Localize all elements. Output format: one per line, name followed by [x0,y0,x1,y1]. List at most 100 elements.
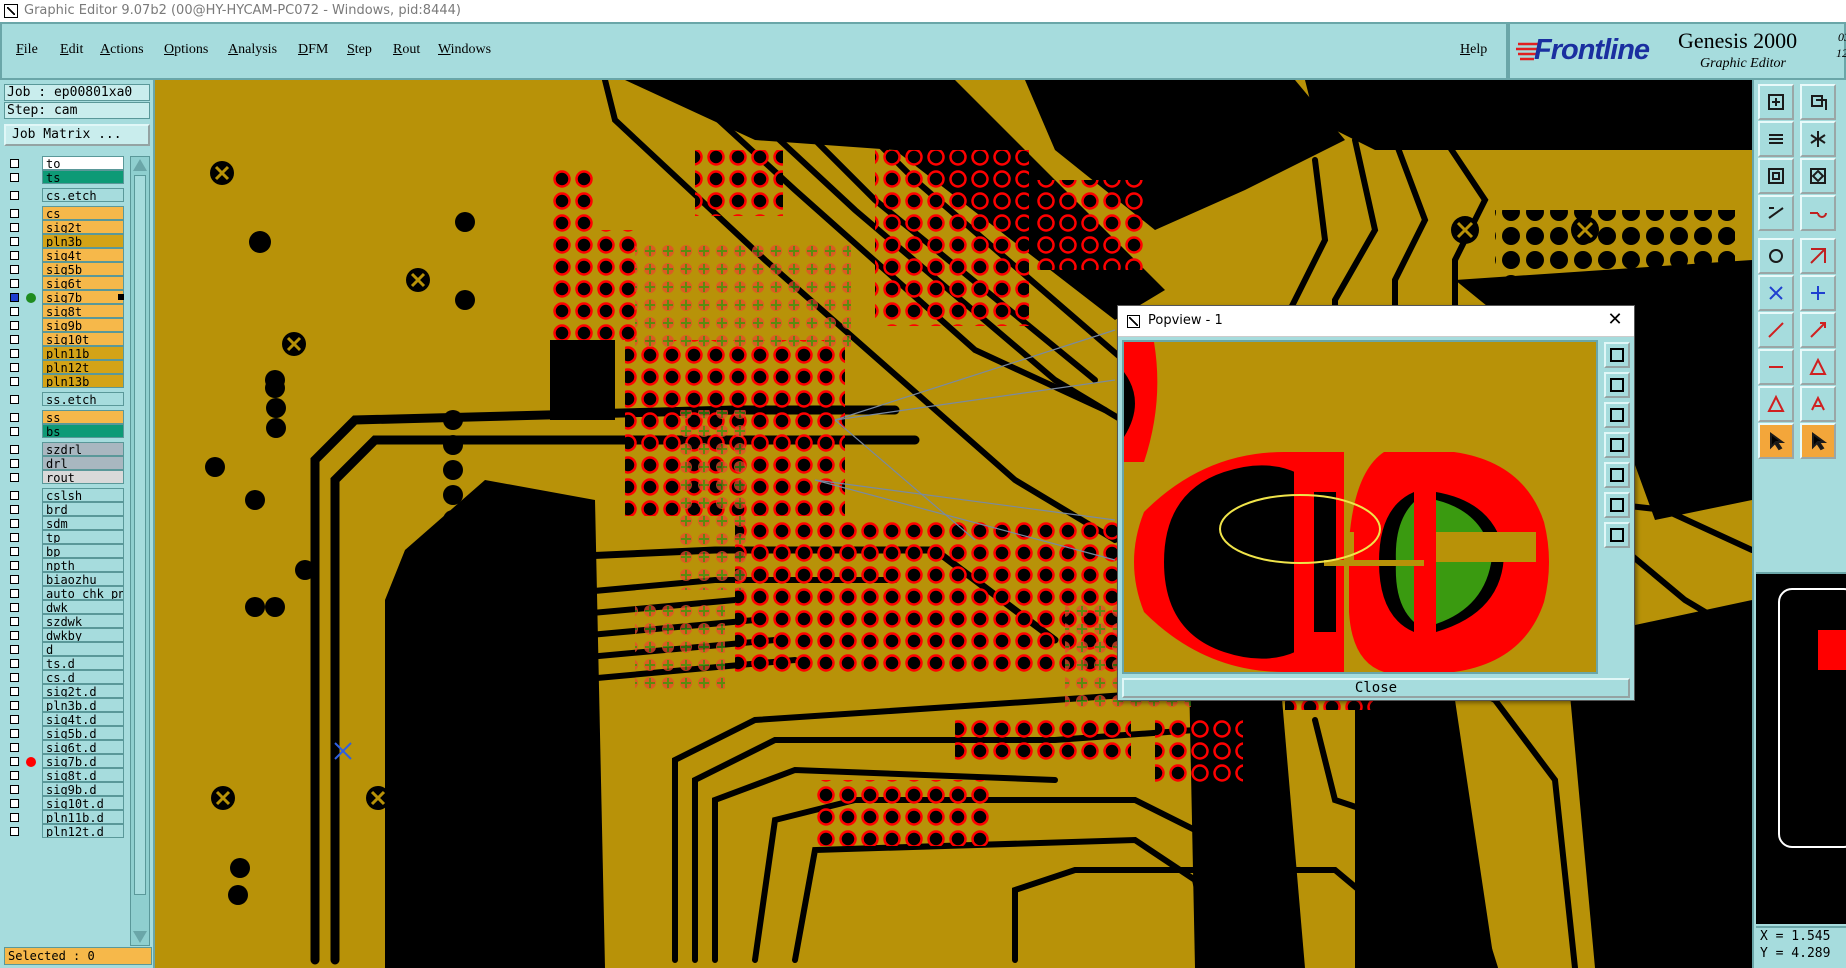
layer-row-sig2t-d[interactable]: sig2t.d [4,684,124,699]
layer-row-sig5b-d[interactable]: sig5b.d [4,726,124,741]
overview-minimap[interactable] [1756,572,1846,924]
layer-checkbox[interactable] [10,827,19,836]
measure-button[interactable] [1758,195,1794,231]
edit-align-button[interactable] [1758,121,1794,157]
popview-close-button[interactable]: Close [1122,678,1630,698]
layer-checkbox[interactable] [10,659,19,668]
layer-checkbox[interactable] [10,715,19,724]
layer-checkbox[interactable] [10,293,19,302]
layer-checkbox[interactable] [10,603,19,612]
layer-row-pln3b[interactable]: pln3b [4,234,124,249]
menu-help[interactable]: Help [1460,42,1487,58]
layer-checkbox[interactable] [10,785,19,794]
layer-row-bp[interactable]: bp [4,544,124,559]
layer-checkbox[interactable] [10,519,19,528]
popview-canvas[interactable] [1122,340,1598,674]
layer-checkbox[interactable] [10,799,19,808]
line-edit-button[interactable] [1800,312,1836,348]
line-add-button[interactable] [1758,312,1794,348]
layer-row-biaozhu[interactable]: biaozhu [4,572,124,587]
layer-checkbox[interactable] [10,413,19,422]
popview-close-icon[interactable]: ✕ [1606,311,1624,329]
layer-checkbox[interactable] [10,209,19,218]
zoom-fit-button[interactable] [1758,158,1794,194]
zoom-home-button[interactable] [1800,158,1836,194]
layer-row-sig5b[interactable]: sig5b [4,262,124,277]
layer-row-sig8t-d[interactable]: sig8t.d [4,768,124,783]
layer-row-szdrl[interactable]: szdrl [4,442,124,457]
layer-row-sig4t-d[interactable]: sig4t.d [4,712,124,727]
route-button[interactable] [1800,195,1836,231]
menu-step[interactable]: Step [347,42,372,58]
layer-row-sig6t-d[interactable]: sig6t.d [4,740,124,755]
layer-checkbox[interactable] [10,363,19,372]
layer-checkbox[interactable] [10,377,19,386]
layer-row-szdwk[interactable]: szdwk [4,614,124,629]
popview-pan-up[interactable] [1604,372,1630,398]
layer-row-sig10t-d[interactable]: sig10t.d [4,796,124,811]
polygon-button[interactable] [1758,386,1794,422]
layer-checkbox[interactable] [10,251,19,260]
menu-file[interactable]: File [16,42,38,58]
layer-row-sig9b-d[interactable]: sig9b.d [4,782,124,797]
layer-row-auto-chk-pn[interactable]: auto_chk_pn [4,586,124,601]
layer-checkbox[interactable] [10,191,19,200]
surface-add-button[interactable] [1800,238,1836,274]
layer-row-ts-d[interactable]: ts.d [4,656,124,671]
layer-row-pln11b[interactable]: pln11b [4,346,124,361]
popview-pan-right[interactable] [1604,462,1630,488]
layer-row-tp[interactable]: tp [4,530,124,545]
layer-checkbox[interactable] [10,395,19,404]
snap-button[interactable] [1800,275,1836,311]
layer-checkbox[interactable] [10,729,19,738]
select-region-button[interactable] [1800,423,1836,459]
popview-titlebar[interactable]: Popview - 1 ✕ [1118,306,1634,337]
layer-row-sig7b-d[interactable]: sig7b.d [4,754,124,769]
layer-row-pln3b-d[interactable]: pln3b.d [4,698,124,713]
layer-checkbox[interactable] [10,701,19,710]
edit-mirror-button[interactable] [1800,121,1836,157]
layer-checkbox[interactable] [10,427,19,436]
layer-row-ss-etch[interactable]: ss.etch [4,392,124,407]
polygon-edit-button[interactable] [1800,386,1836,422]
layer-row-cslsh[interactable]: cslsh [4,488,124,503]
layer-row-sdm[interactable]: sdm [4,516,124,531]
layer-row-d[interactable]: d [4,642,124,657]
layer-checkbox[interactable] [10,473,19,482]
pad-add-button[interactable] [1758,238,1794,274]
menu-edit[interactable]: Edit [60,42,83,58]
layer-checkbox[interactable] [10,159,19,168]
popview-pan-down[interactable] [1604,402,1630,428]
layer-row-pln13b[interactable]: pln13b [4,374,124,389]
menu-dfm[interactable]: DFM [298,42,328,58]
menu-options[interactable]: Options [164,42,208,58]
layer-checkbox[interactable] [10,687,19,696]
layer-checkbox[interactable] [10,575,19,584]
edit-copy-button[interactable] [1800,84,1836,120]
job-matrix-button[interactable]: Job Matrix ... [4,124,150,146]
layer-row-cs[interactable]: cs [4,206,124,221]
layer-checkbox[interactable] [10,349,19,358]
menu-analysis[interactable]: Analysis [228,42,277,58]
layer-row-drl[interactable]: drl [4,456,124,471]
layer-checkbox[interactable] [10,445,19,454]
scroll-down-icon[interactable] [133,931,147,943]
popview-pan-left[interactable] [1604,432,1630,458]
layer-checkbox[interactable] [10,173,19,182]
layer-checkbox[interactable] [10,645,19,654]
layer-row-rout[interactable]: rout [4,470,124,485]
layer-row-to[interactable]: to [4,156,124,171]
layer-row-sig2t[interactable]: sig2t [4,220,124,235]
layer-checkbox[interactable] [10,757,19,766]
layer-checkbox[interactable] [10,223,19,232]
layer-checkbox[interactable] [10,631,19,640]
select-button[interactable] [1758,423,1794,459]
layer-row-cs-d[interactable]: cs.d [4,670,124,685]
layer-row-sig7b[interactable]: sig7b [4,290,124,305]
layer-list-scrollbar[interactable] [130,156,150,946]
layer-row-sig10t[interactable]: sig10t [4,332,124,347]
popview-zoom-tool[interactable] [1604,342,1630,368]
layer-checkbox[interactable] [10,321,19,330]
layer-row-ss[interactable]: ss [4,410,124,425]
layer-row-dwk[interactable]: dwk [4,600,124,615]
